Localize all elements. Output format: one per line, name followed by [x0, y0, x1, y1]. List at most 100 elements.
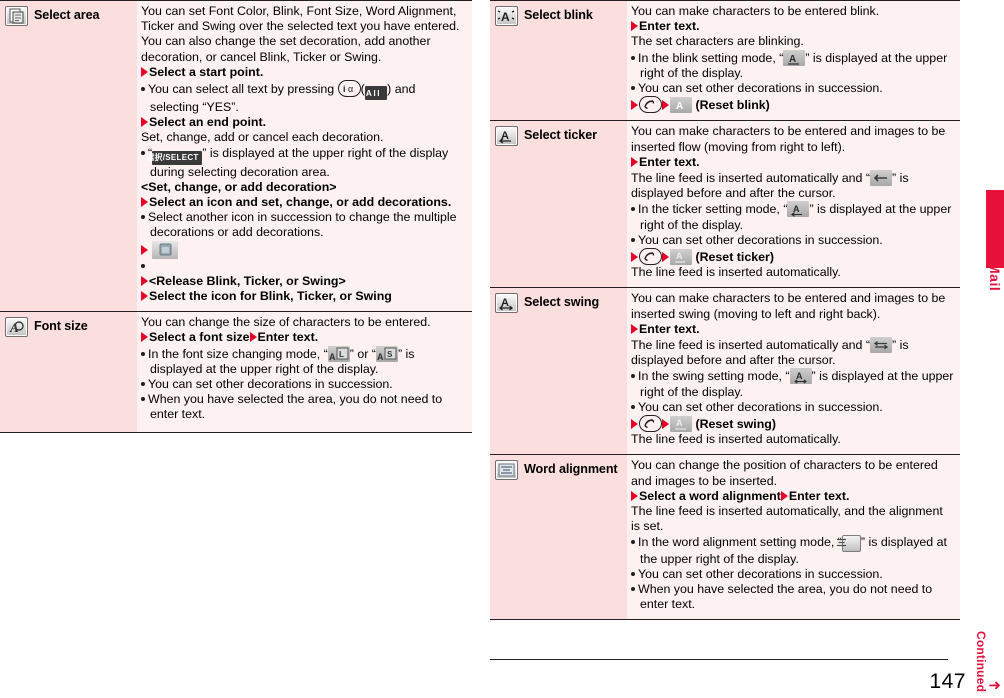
step-marker-icon [141, 291, 148, 302]
bullet-dot-icon [141, 397, 145, 402]
svg-text:A: A [501, 10, 510, 24]
step-marker-icon [631, 100, 638, 111]
step-marker-icon [631, 21, 638, 32]
svg-text:A: A [676, 101, 683, 112]
bullet-dot-icon [631, 374, 635, 379]
paragraph: Set, change, add or cancel each decorati… [141, 130, 384, 145]
step-line: Select a font size Enter text. [141, 330, 466, 345]
bullet-line-two-icons: In the font size changing mode, “A L” or … [141, 345, 466, 377]
svg-text:L: L [339, 350, 344, 359]
continued-label: Continued [974, 630, 988, 692]
bullet-line: You can set other decorations in success… [631, 567, 954, 582]
step-line: Select an end point. [141, 115, 466, 130]
svg-text:A: A [676, 251, 683, 261]
call-key-icon [639, 96, 662, 114]
swing-reset-icon: A [670, 416, 692, 433]
step-line: Select a word alignment Enter text. [631, 489, 954, 504]
row-label-cell: A Select blink [490, 0, 627, 121]
bullet-dot-icon [631, 207, 635, 212]
row-body-cell: You can make characters to be entered an… [627, 120, 960, 288]
paragraph: You can change the size of characters to… [141, 315, 431, 330]
bullet-line: You can set other decorations in success… [631, 400, 954, 415]
paragraph: The line feed is inserted automatically. [631, 432, 841, 447]
reset-line: A (Reset blink) [631, 96, 954, 114]
bullet-dot-icon [141, 215, 145, 220]
svg-text:A: A [789, 54, 796, 65]
table-row: A Select blink You can make characters t… [490, 0, 960, 121]
bullet-line-badge: “選択/SELECT” is displayed at the upper ri… [141, 146, 466, 180]
paragraph: The line feed is inserted automatically. [631, 265, 841, 280]
ticker-marker-icon [870, 170, 892, 187]
blink-confirm-icon [152, 240, 179, 259]
call-key-icon [639, 248, 662, 266]
step-line: Select a start point. [141, 65, 466, 80]
row-label: Select ticker [524, 128, 597, 143]
row-body-text: You can change the position of character… [631, 458, 954, 612]
step-marker-icon [141, 275, 148, 286]
step-marker-icon [141, 66, 148, 77]
continued-arrow-icon: ➜ [988, 677, 1001, 694]
select-badge-icon: 選択/SELECT [146, 150, 203, 165]
blink-mode-icon: A [783, 49, 806, 66]
paragraph: You can make characters to be entered bl… [631, 4, 880, 18]
row-body-cell: You can change the position of character… [627, 454, 960, 621]
bullet-line: Select another icon in succession to cha… [141, 210, 466, 240]
row-label-cell: A Select ticker [490, 120, 627, 288]
bullet-line [141, 259, 466, 274]
step-line: Enter text. [631, 19, 954, 34]
table-row: Select area You can set Font Color, Blin… [0, 0, 472, 312]
row-label-cell: Word alignment [490, 454, 627, 621]
svg-text:A: A [676, 418, 683, 428]
paragraph: The line feed is inserted automatically,… [631, 504, 943, 534]
step-marker-icon [631, 490, 638, 501]
step-marker-icon [631, 419, 638, 430]
word-alignment-mode-icon [836, 534, 861, 552]
bullet-line: You can set other decorations in success… [141, 377, 466, 392]
row-label-cell: A Select swing [490, 287, 627, 455]
bullet-dot-icon [141, 263, 145, 268]
select-area-icon [5, 6, 28, 26]
step-marker-icon [631, 156, 638, 167]
row-label: Select blink [524, 8, 593, 22]
bullet-dot-icon [631, 539, 635, 544]
bullet-dot-icon [141, 87, 145, 92]
svg-text:α: α [348, 84, 353, 94]
table-row: A Font size You can change the size of c… [0, 311, 472, 434]
bullet-dot-icon [631, 237, 635, 242]
paragraph: The set characters are blinking. [631, 34, 804, 49]
row-label: Font size [34, 319, 88, 334]
bullet-dot-icon [141, 351, 145, 356]
svg-text:A: A [796, 371, 803, 381]
left-feature-table: Select area You can set Font Color, Blin… [0, 0, 472, 434]
left-column: Select area You can set Font Color, Blin… [0, 0, 472, 434]
step-line: <Release Blink, Ticker, or Swing> [141, 274, 466, 289]
call-key-icon [639, 415, 662, 433]
row-label-cell: Select area [0, 0, 137, 312]
row-label: Word alignment [524, 462, 618, 477]
footer-rule [490, 659, 948, 660]
select-ticker-icon: A [495, 126, 518, 147]
bullet-dot-icon [631, 55, 635, 60]
row-body-text: You can make characters to be entered an… [631, 124, 954, 280]
paragraph: You can set Font Color, Blink, Font Size… [141, 4, 460, 64]
reset-line: A (Reset swing) [631, 415, 954, 433]
row-label-cell: A Font size [0, 311, 137, 434]
row-body-cell: You can make characters to be entered bl… [627, 0, 960, 121]
swing-marker-icon [870, 337, 892, 354]
bullet-line-icon: In the word alignment setting mode, “” i… [631, 534, 954, 567]
step-marker-icon [780, 490, 788, 501]
bullet-line-icon: In the ticker setting mode, “A” is displ… [631, 201, 954, 232]
step-line: Select the icon for Blink, Ticker, or Sw… [141, 289, 466, 304]
bullet-dot-icon [631, 571, 635, 576]
word-alignment-icon [495, 460, 518, 481]
paragraph-with-icon: The line feed is inserted automatically … [631, 170, 909, 201]
row-body-text: You can change the size of characters to… [141, 315, 466, 422]
blink-reset-icon: A [670, 97, 692, 114]
font-size-icon: A [5, 317, 28, 338]
step-marker-icon [631, 252, 638, 263]
step-line: Enter text. [631, 155, 954, 170]
step-marker-icon [662, 252, 669, 263]
ticker-reset-icon: A [670, 249, 692, 266]
step-marker-icon [662, 419, 669, 430]
step-marker-icon [141, 197, 148, 208]
